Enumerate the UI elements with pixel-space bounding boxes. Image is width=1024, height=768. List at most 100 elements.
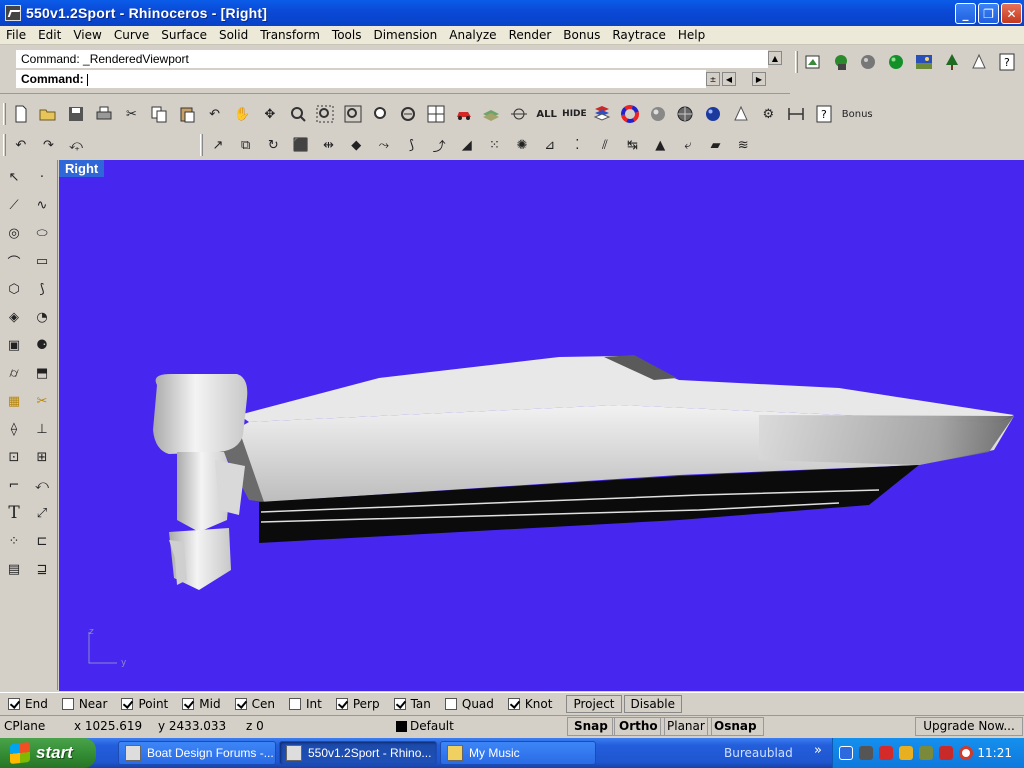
menu-view[interactable]: View — [67, 28, 107, 42]
revolve-icon[interactable]: ◔ — [30, 306, 54, 328]
move-icon[interactable]: ↗ — [207, 134, 229, 156]
new-file-icon[interactable] — [10, 103, 32, 125]
zoom-dynamic-icon[interactable] — [397, 103, 419, 125]
flow-icon[interactable]: ⤳ — [373, 134, 395, 156]
menu-bonus[interactable]: Bonus — [557, 28, 606, 42]
layer-pane[interactable]: Default — [396, 719, 454, 733]
text-icon[interactable]: T — [2, 502, 26, 524]
ortho-toggle[interactable]: Ortho — [612, 717, 665, 736]
boolean-icon[interactable]: ⚈ — [30, 334, 54, 356]
select-arrow-icon[interactable]: ↖ — [2, 166, 26, 188]
trim-icon[interactable]: ✂ — [30, 390, 54, 412]
zoom-previous-icon[interactable]: ⤽ — [65, 134, 87, 156]
copy-object-icon[interactable]: ⧉ — [235, 134, 257, 156]
options-gear-icon[interactable]: ⚙ — [757, 103, 779, 125]
copy-icon[interactable] — [148, 103, 170, 125]
mirror-icon[interactable]: ⇹ — [318, 134, 340, 156]
mesh-icon[interactable]: ▦ — [2, 390, 26, 412]
osnap-checkbox[interactable] — [288, 697, 301, 710]
save-icon[interactable] — [65, 103, 87, 125]
planar-toggle[interactable]: Planar — [660, 717, 712, 736]
car-properties-icon[interactable] — [453, 103, 475, 125]
osnap-checkbox[interactable] — [444, 697, 457, 710]
osnap-mid[interactable]: Mid — [182, 697, 221, 711]
task-my-music[interactable]: My Music — [440, 741, 596, 765]
toolbar-grip[interactable] — [3, 134, 6, 156]
snap-toggle[interactable]: Snap — [567, 717, 615, 736]
osnap-quad[interactable]: Quad — [444, 697, 494, 711]
control-points-icon[interactable]: ⤺ — [30, 474, 54, 496]
menu-analyze[interactable]: Analyze — [443, 28, 502, 42]
circle-icon[interactable]: ◎ — [2, 222, 26, 244]
rhino-app-icon[interactable] — [5, 5, 21, 21]
osnap-knot[interactable]: Knot — [507, 697, 552, 711]
array-icon[interactable]: ⁙ — [484, 134, 506, 156]
paste-icon[interactable] — [176, 103, 198, 125]
help-icon[interactable]: ? — [813, 103, 835, 125]
polyline-icon[interactable]: ⟋ — [2, 194, 26, 216]
menu-surface[interactable]: Surface — [155, 28, 213, 42]
render-preview-icon[interactable] — [857, 51, 879, 73]
join-icon[interactable]: ⊞ — [30, 446, 54, 468]
scroll-right-icon[interactable]: ▶ — [752, 72, 766, 86]
show-all-button[interactable]: ALL — [536, 103, 558, 125]
offset-curve-icon[interactable]: ⟆ — [30, 278, 54, 300]
render-sphere-icon[interactable] — [885, 51, 907, 73]
surface-icon[interactable]: ◈ — [2, 306, 26, 328]
tray-monitor-icon[interactable] — [859, 746, 873, 760]
osnap-perp[interactable]: Perp — [335, 697, 380, 711]
solid-tools-icon[interactable]: ⬒ — [30, 362, 54, 384]
maximize-button[interactable]: ❐ — [978, 3, 999, 24]
rotate-view-icon[interactable]: ✥ — [259, 103, 281, 125]
desktop-toolbar-chevron[interactable]: » — [814, 743, 822, 758]
tree-icon[interactable] — [941, 51, 963, 73]
task-rhinoceros[interactable]: 550v1.2Sport - Rhino... — [279, 741, 437, 765]
flatten-icon[interactable]: ▰ — [705, 134, 727, 156]
environment-icon[interactable] — [913, 51, 935, 73]
smooth-icon[interactable]: ⁚ — [567, 134, 589, 156]
disable-button[interactable]: Disable — [623, 694, 683, 713]
split-icon[interactable]: ⊥ — [30, 418, 54, 440]
close-button[interactable]: ✕ — [1001, 3, 1022, 24]
align-icon[interactable]: ⊿ — [539, 134, 561, 156]
dim-icon[interactable]: ⊏ — [30, 530, 54, 552]
polygon-icon[interactable]: ⬡ — [2, 278, 26, 300]
rendered-sphere-icon[interactable] — [702, 103, 724, 125]
render-help-icon[interactable]: ? — [996, 51, 1018, 73]
tray-lifesaver-icon[interactable] — [959, 746, 973, 760]
osnap-checkbox[interactable] — [335, 697, 348, 710]
task-boat-design-forums[interactable]: Boat Design Forums -... — [118, 741, 276, 765]
dimension-icon[interactable] — [785, 103, 807, 125]
project-button[interactable]: Project — [566, 694, 622, 713]
twist-icon[interactable]: ⟆ — [401, 134, 423, 156]
menu-dimension[interactable]: Dimension — [367, 28, 443, 42]
osnap-checkbox[interactable] — [393, 697, 406, 710]
menu-raytrace[interactable]: Raytrace — [606, 28, 672, 42]
undo-icon[interactable]: ↶ — [204, 103, 226, 125]
save-render-icon[interactable] — [830, 51, 852, 73]
scale-icon[interactable]: ⬛ — [290, 134, 312, 156]
taper-icon[interactable]: ◢ — [456, 134, 478, 156]
curve-icon[interactable]: ∿ — [30, 194, 54, 216]
osnap-checkbox[interactable] — [61, 697, 74, 710]
hide-button[interactable]: HIDE — [562, 103, 587, 125]
ellipse-icon[interactable]: ⬭ — [30, 222, 54, 244]
start-button[interactable]: start — [0, 738, 96, 768]
light-cone-icon[interactable] — [730, 103, 752, 125]
bonus-button[interactable]: Bonus — [840, 103, 874, 125]
tray-shield-icon[interactable] — [879, 746, 893, 760]
rectangle-icon[interactable]: ▭ — [30, 250, 54, 272]
menu-transform[interactable]: Transform — [254, 28, 326, 42]
render-window-icon[interactable] — [802, 51, 824, 73]
osnap-checkbox[interactable] — [234, 697, 247, 710]
minimize-button[interactable]: _ — [955, 3, 976, 24]
osnap-checkbox[interactable] — [507, 697, 520, 710]
stretch-icon[interactable]: ↹ — [622, 134, 644, 156]
zoom-window-icon[interactable] — [314, 103, 336, 125]
open-file-icon[interactable] — [38, 103, 60, 125]
edit-points-icon[interactable]: ⟠ — [2, 418, 26, 440]
print-icon[interactable] — [93, 103, 115, 125]
menu-render[interactable]: Render — [503, 28, 558, 42]
named-view-icon[interactable]: ▤ — [2, 558, 26, 580]
toolbar-grip[interactable] — [3, 103, 6, 125]
